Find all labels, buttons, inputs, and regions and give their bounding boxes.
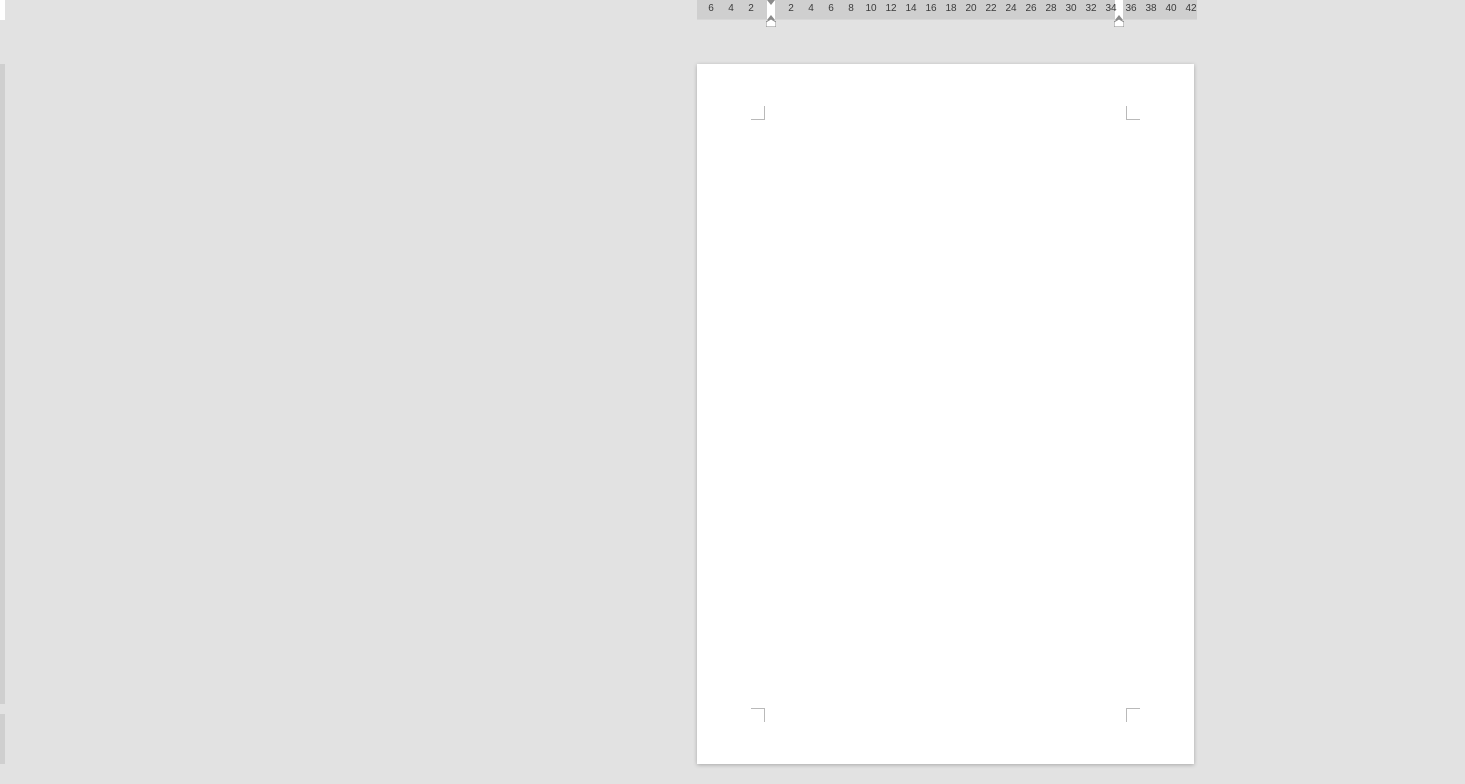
ruler-tick: 34 (1105, 3, 1116, 14)
ruler-tick: 20 (965, 3, 976, 14)
document-page[interactable] (697, 64, 1194, 764)
right-indent-marker[interactable] (1114, 19, 1124, 27)
ruler-tick: 10 (865, 3, 876, 14)
vertical-ruler-page-gap (0, 704, 5, 714)
margin-corner-bottom-right (1126, 708, 1140, 722)
ruler-tick: 6 (708, 3, 714, 14)
ruler-tick: 38 (1145, 3, 1156, 14)
ruler-tick: 16 (925, 3, 936, 14)
ruler-tick: 42 (1185, 3, 1196, 14)
ruler-tick: 22 (985, 3, 996, 14)
ruler-corner (0, 0, 5, 20)
ruler-tick: 2 (788, 3, 794, 14)
ruler-tick: 6 (828, 3, 834, 14)
ruler-tick: 18 (945, 3, 956, 14)
ruler-zero-marker[interactable] (767, 0, 775, 20)
vertical-ruler[interactable] (0, 64, 5, 764)
ruler-tick: 14 (905, 3, 916, 14)
ruler-tick: 32 (1085, 3, 1096, 14)
margin-corner-bottom-left (751, 708, 765, 722)
ruler-tick: 4 (728, 3, 734, 14)
ruler-tick: 30 (1065, 3, 1076, 14)
ruler-tick: 26 (1025, 3, 1036, 14)
ruler-tick: 12 (885, 3, 896, 14)
left-indent-marker[interactable] (766, 19, 776, 27)
ruler-tick: 36 (1125, 3, 1136, 14)
ruler-tick: 4 (808, 3, 814, 14)
ruler-tick: 28 (1045, 3, 1056, 14)
horizontal-ruler[interactable]: 6 4 2 2 4 6 8 10 12 14 16 18 20 22 24 26… (697, 0, 1197, 20)
margin-corner-top-right (1126, 106, 1140, 120)
ruler-tick: 40 (1165, 3, 1176, 14)
ruler-tick: 24 (1005, 3, 1016, 14)
ruler-tick: 8 (848, 3, 854, 14)
ruler-tick: 2 (748, 3, 754, 14)
margin-corner-top-left (751, 106, 765, 120)
